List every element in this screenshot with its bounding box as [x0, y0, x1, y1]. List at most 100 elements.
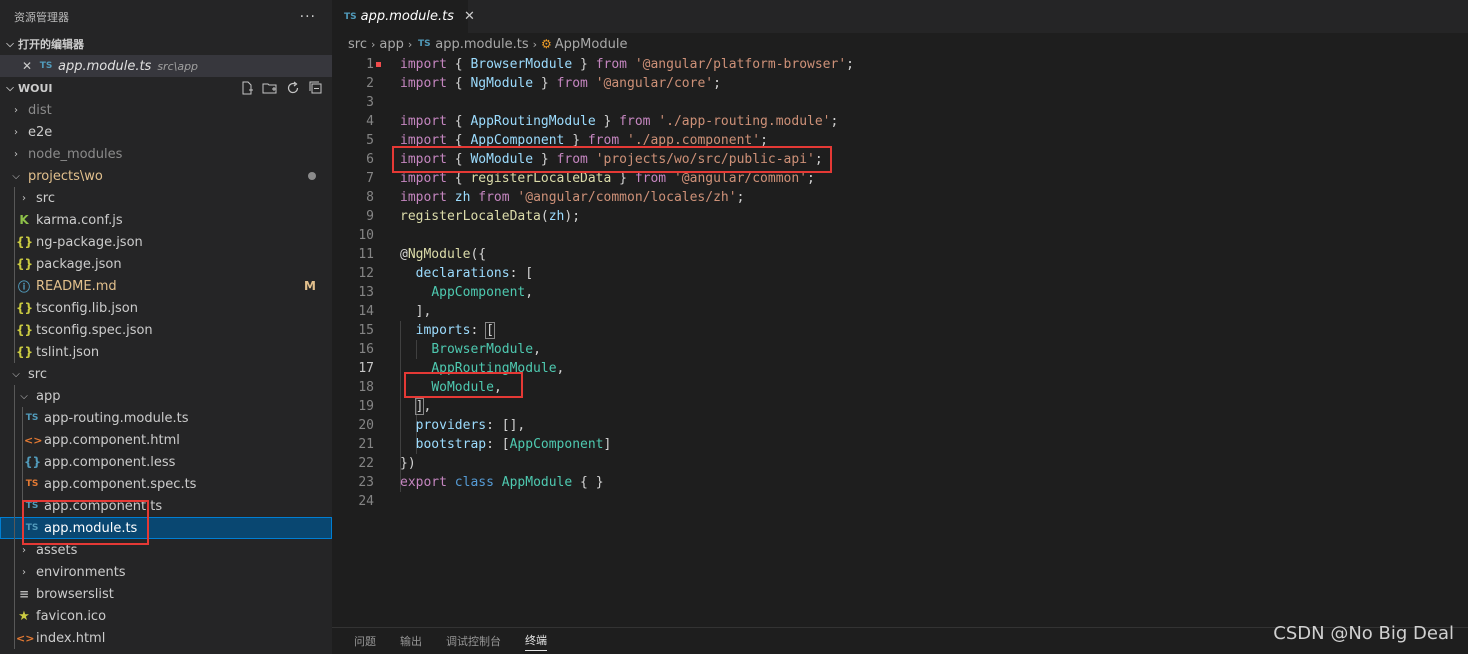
- refresh-icon[interactable]: [285, 80, 301, 96]
- indent-guide: [14, 319, 15, 341]
- code-line: 15 imports: [: [332, 321, 1468, 340]
- tree-file-app-component[interactable]: TS app.component.ts: [0, 495, 332, 517]
- tree-file-app-less[interactable]: {} app.component.less: [0, 451, 332, 473]
- editor-area: TS app.module.ts ✕ src › app › TS app.mo…: [332, 0, 1468, 654]
- tree-label: app.component.ts: [44, 498, 163, 514]
- collapse-all-icon[interactable]: [308, 80, 324, 96]
- line-number: 6: [366, 152, 374, 167]
- code-line: 8 import zh from '@angular/common/locales…: [332, 188, 1468, 207]
- tree-file-app-spec[interactable]: TS app.component.spec.ts: [0, 473, 332, 495]
- line-number: 19: [358, 399, 374, 414]
- line-number: 14: [358, 304, 374, 319]
- json-file-icon: {}: [16, 235, 34, 249]
- tree-label: app: [36, 388, 61, 404]
- tree-file-app-routing[interactable]: TS app-routing.module.ts: [0, 407, 332, 429]
- line-number: 24: [358, 494, 374, 509]
- line-number: 8: [366, 190, 374, 205]
- code-editor[interactable]: 1 import { BrowserModule } from '@angular…: [332, 55, 1468, 511]
- chevron-down-icon: ⌵: [12, 170, 20, 182]
- tree-label: app-routing.module.ts: [44, 410, 189, 426]
- tree-folder-projects-wo[interactable]: ⌵ projects\wo: [0, 165, 332, 187]
- indent-guide: [22, 451, 23, 473]
- open-editors-header[interactable]: ⌵ 打开的编辑器: [0, 33, 332, 55]
- code-line: 23 export class AppModule { }: [332, 473, 1468, 492]
- open-editor-item[interactable]: ✕ TS app.module.ts src\app: [0, 55, 332, 77]
- indent-guide: [14, 209, 15, 231]
- tree-file-ng-package[interactable]: {} ng-package.json: [0, 231, 332, 253]
- line-number: 12: [358, 266, 374, 281]
- html-file-icon: <>: [16, 631, 35, 645]
- code-line: 6 import { WoModule } from 'projects/wo/s…: [332, 150, 1468, 169]
- typescript-file-icon: TS: [417, 39, 431, 49]
- code-line: 10: [332, 226, 1468, 245]
- project-actions: [239, 80, 324, 96]
- explorer-title: 资源管理器: [14, 10, 69, 24]
- tab-problems[interactable]: 问题: [354, 633, 376, 649]
- typescript-file-icon: TS: [344, 11, 357, 22]
- open-editor-filename: app.module.ts: [58, 58, 152, 74]
- tree-label: tslint.json: [36, 344, 100, 360]
- code-line: 21 bootstrap: [AppComponent]: [332, 435, 1468, 454]
- tree-folder-assets[interactable]: › assets: [0, 539, 332, 561]
- tree-file-browserslist[interactable]: ≡ browserslist: [0, 583, 332, 605]
- tree-folder-e2e[interactable]: › e2e: [0, 121, 332, 143]
- line-number: 23: [358, 475, 374, 490]
- code-line: 5 import { AppComponent } from './app.com…: [332, 131, 1468, 150]
- new-file-icon[interactable]: [239, 80, 255, 96]
- modified-dot-badge: [308, 172, 316, 180]
- tree-folder-app[interactable]: ⌵ app: [0, 385, 332, 407]
- tree-file-app-module[interactable]: TS app.module.ts: [0, 517, 332, 539]
- tree-folder-node-modules[interactable]: › node_modules: [0, 143, 332, 165]
- tree-label: src: [36, 190, 55, 206]
- line-number: 16: [358, 342, 374, 357]
- close-icon[interactable]: ✕: [22, 59, 38, 73]
- tree-file-karma[interactable]: K karma.conf.js: [0, 209, 332, 231]
- typescript-file-icon: TS: [39, 61, 53, 71]
- line-number: 1: [366, 57, 374, 72]
- breadcrumb-item[interactable]: app.module.ts: [435, 37, 528, 52]
- tree-file-app-html[interactable]: <> app.component.html: [0, 429, 332, 451]
- tab-debug-console[interactable]: 调试控制台: [446, 633, 501, 649]
- tree-file-package[interactable]: {} package.json: [0, 253, 332, 275]
- close-icon[interactable]: ✕: [464, 9, 475, 24]
- code-line: 3: [332, 93, 1468, 112]
- tab-app-module[interactable]: TS app.module.ts ✕: [332, 0, 475, 33]
- json-file-icon: {}: [16, 323, 34, 337]
- code-string: './app-routing.module': [658, 114, 831, 129]
- chevron-right-icon: ›: [22, 192, 26, 204]
- indent-guide: [14, 407, 15, 429]
- code-line: 11 @NgModule({: [332, 245, 1468, 264]
- tree-folder-environments[interactable]: › environments: [0, 561, 332, 583]
- tree-folder-src[interactable]: ⌵ src: [0, 363, 332, 385]
- breadcrumb-item[interactable]: src: [348, 37, 367, 52]
- breadcrumb-item[interactable]: app: [379, 37, 403, 52]
- tree-label: node_modules: [28, 146, 123, 162]
- new-folder-icon[interactable]: [262, 80, 278, 96]
- tree-file-tsconfig-spec[interactable]: {} tsconfig.spec.json: [0, 319, 332, 341]
- tree-folder-src-lib[interactable]: › src: [0, 187, 332, 209]
- code-line: 20 providers: [],: [332, 416, 1468, 435]
- star-file-icon: ★: [18, 608, 30, 624]
- tree-file-tslint[interactable]: {} tslint.json: [0, 341, 332, 363]
- line-number: 13: [358, 285, 374, 300]
- tab-output[interactable]: 输出: [400, 633, 422, 649]
- chevron-down-icon: ⌵: [6, 82, 14, 94]
- code-line: 1 import { BrowserModule } from '@angular…: [332, 55, 1468, 74]
- modified-badge: M: [304, 279, 316, 293]
- explorer-sidebar: 资源管理器 ··· ⌵ 打开的编辑器 ✕ TS app.module.ts sr…: [0, 0, 332, 654]
- tree-file-readme[interactable]: ⓘ README.md M: [0, 275, 332, 297]
- tree-file-favicon[interactable]: ★ favicon.ico: [0, 605, 332, 627]
- tab-terminal[interactable]: 终端: [525, 632, 547, 651]
- line-number: 22: [358, 456, 374, 471]
- chevron-down-icon: ⌵: [12, 368, 20, 380]
- tree-label: karma.conf.js: [36, 212, 123, 228]
- more-actions-icon[interactable]: ···: [300, 9, 316, 25]
- tree-folder-dist[interactable]: › dist: [0, 99, 332, 121]
- tree-file-index[interactable]: <> index.html: [0, 627, 332, 649]
- tree-file-tsconfig-lib[interactable]: {} tsconfig.lib.json: [0, 297, 332, 319]
- project-header[interactable]: ⌵ WOUI: [0, 77, 332, 99]
- indent-guide: [14, 627, 15, 649]
- code-line: 7 import { registerLocaleData } from '@an…: [332, 169, 1468, 188]
- breadcrumb-item[interactable]: AppModule: [555, 37, 628, 52]
- tree-label: favicon.ico: [36, 608, 107, 624]
